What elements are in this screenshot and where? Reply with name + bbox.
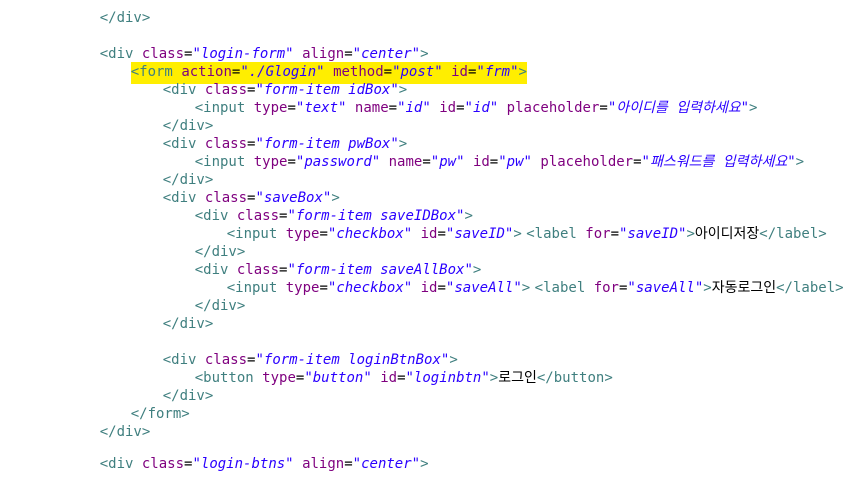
code-line: </div> — [66, 405, 151, 440]
code-line: <input type="checkbox" id="saveID"> <lab… — [193, 207, 827, 242]
code-line: </form> — [97, 387, 190, 422]
code-line: </div> — [129, 297, 214, 332]
code-line: <input type="text" name="id" id="id" pla… — [161, 81, 758, 116]
code-line: <div class="form-item saveIDBox"> — [161, 189, 473, 224]
code-line-content: <input type="checkbox" id="saveID"> <lab… — [226, 226, 827, 242]
code-line-highlighted: <form action="./Glogin" method="post" id… — [97, 45, 527, 84]
code-editor[interactable]: </div> <div class="login-form" align="ce… — [0, 0, 854, 472]
code-line: <input type="password" name="pw" id="pw"… — [161, 135, 804, 170]
code-line-content: </div> — [162, 316, 214, 332]
code-line: <div class="login-form" align="center"> — [66, 27, 429, 62]
code-line: </div> — [161, 279, 246, 314]
code-line: </div> — [66, 0, 151, 26]
code-line: </div> — [129, 369, 214, 404]
code-line-content: <button type="button" id="loginbtn">로그인<… — [194, 370, 613, 386]
code-line-content: </div> — [99, 10, 151, 26]
code-line: <div class="saveBox"> — [129, 171, 340, 206]
code-line: <div class="form-item pwBox"> — [129, 117, 407, 152]
code-line: <div class="form-item saveAllBox"> — [161, 243, 482, 278]
code-line: <button type="button" id="loginbtn">로그인<… — [161, 351, 613, 386]
code-line: </div> — [129, 153, 214, 188]
code-line: </div> — [129, 99, 214, 134]
code-line-content: <input type="text" name="id" id="id" pla… — [194, 100, 758, 116]
code-line: <div class="form-item idBox"> — [129, 63, 407, 98]
code-line: <div class="form-item loginBtnBox"> — [129, 333, 458, 368]
code-line: <div class="login-btns" align="center"> — [66, 437, 429, 472]
code-line: </div> — [161, 225, 246, 260]
code-line: <input type="checkbox" id="saveAll"> <la… — [193, 261, 844, 296]
code-line-content: <div class="login-btns" align="center"> — [99, 456, 429, 472]
code-line-content: <input type="password" name="pw" id="pw"… — [194, 154, 805, 170]
code-line-content: <input type="checkbox" id="saveAll"> <la… — [226, 280, 844, 296]
